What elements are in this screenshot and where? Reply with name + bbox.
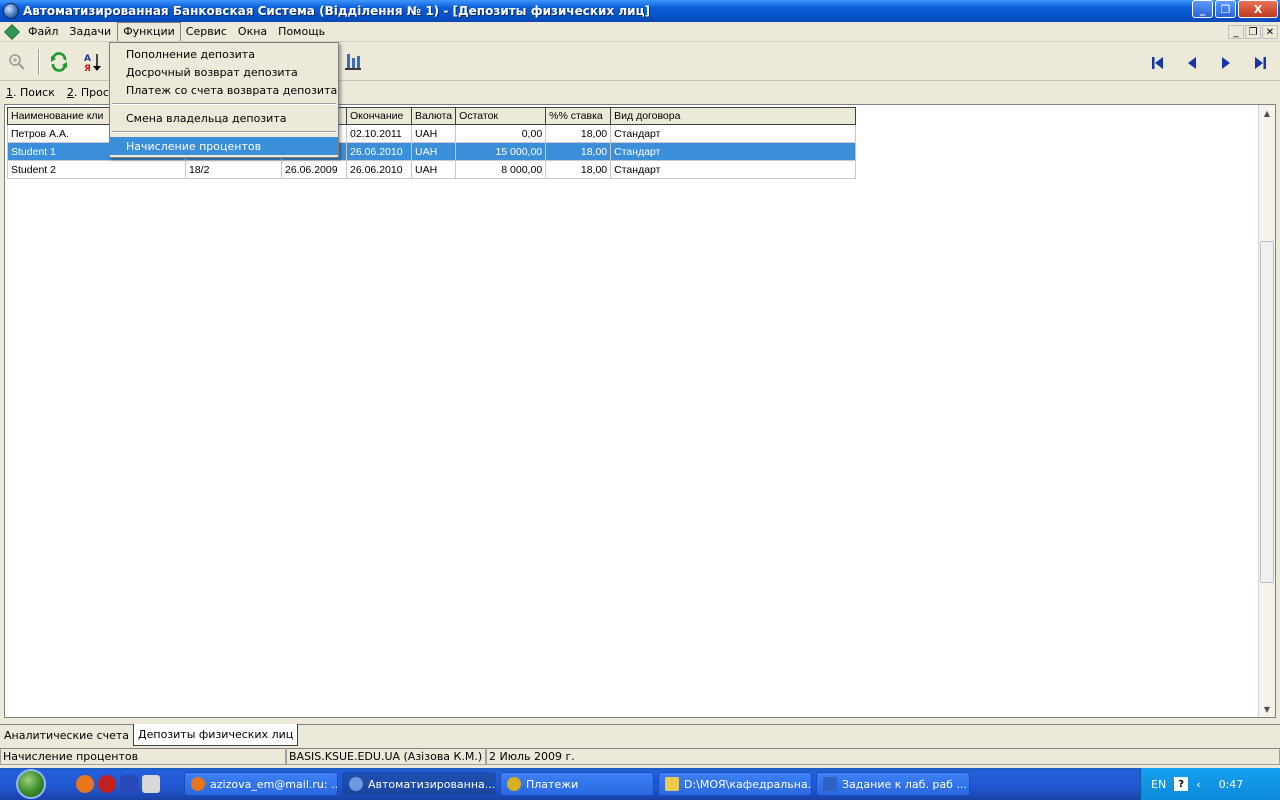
cell-end[interactable]: 02.10.2011: [346, 124, 412, 143]
app-icon[interactable]: [3, 3, 19, 19]
status-action: Начисление процентов: [0, 748, 286, 765]
last-record-icon[interactable]: [1250, 53, 1270, 73]
cell-contract-type[interactable]: Стандарт: [610, 160, 857, 179]
windows-logo-icon: [16, 769, 46, 799]
menu-item-return-payment[interactable]: Платеж со счета возврата депозита: [110, 81, 338, 99]
scroll-down-icon[interactable]: ▼: [1259, 701, 1275, 717]
menu-service[interactable]: Сервис: [181, 23, 233, 40]
doc-tab-analytic-accounts[interactable]: Аналитические счета: [0, 725, 133, 747]
vertical-scrollbar[interactable]: ▲ ▼: [1258, 105, 1275, 717]
mdi-restore-button[interactable]: ❐: [1245, 25, 1261, 39]
opera-icon[interactable]: [98, 775, 116, 793]
status-bar: Начисление процентов BASIS.KSUE.EDU.UA (…: [0, 748, 1280, 766]
previous-record-icon[interactable]: [1182, 53, 1202, 73]
task-mail[interactable]: azizova_em@mail.ru: ...: [184, 772, 338, 796]
column-header-end[interactable]: Окончание: [346, 107, 412, 125]
svg-text:Я: Я: [84, 64, 91, 73]
menu-file[interactable]: Файл: [23, 23, 64, 40]
report-icon[interactable]: [340, 49, 366, 75]
quick-launch: [76, 775, 160, 793]
query-tabs: 1. Поиск 2. Просм: [0, 82, 123, 102]
cell-rate[interactable]: 18,00: [545, 124, 612, 143]
refresh-icon[interactable]: [46, 49, 72, 75]
cell-end[interactable]: 26.06.2010: [346, 160, 412, 179]
next-record-icon[interactable]: [1216, 53, 1236, 73]
task-payments[interactable]: Платежи: [500, 772, 654, 796]
menu-item-interest-accrual[interactable]: Начисление процентов: [110, 137, 338, 155]
doc-tab-personal-deposits[interactable]: Депозиты физических лиц: [133, 724, 299, 746]
menu-item-topup-deposit[interactable]: Пополнение депозита: [110, 45, 338, 63]
window-title: Автоматизированная Банковская Система (В…: [23, 4, 650, 18]
scroll-up-icon[interactable]: ▲: [1259, 105, 1275, 121]
menu-item-change-owner[interactable]: Смена владельца депозита: [110, 109, 338, 127]
menu-bar: Файл Задачи Функции Сервис Окна Помощь _…: [0, 22, 1280, 42]
cell-end[interactable]: 26.06.2010: [346, 142, 412, 161]
menu-separator: [112, 131, 336, 133]
column-header-contract-type[interactable]: Вид договора: [610, 107, 857, 125]
status-date: 2 Июль 2009 г.: [486, 748, 1280, 765]
calculator-icon[interactable]: [142, 775, 160, 793]
document-tabs: Аналитические счета Депозиты физических …: [0, 724, 1280, 746]
app-menu-icon[interactable]: [4, 23, 20, 40]
folder-icon: [665, 777, 679, 791]
task-folder[interactable]: D:\МОЯ\кафедральна...: [658, 772, 812, 796]
menu-windows[interactable]: Окна: [233, 23, 273, 40]
cell-contract-type[interactable]: Стандарт: [610, 142, 857, 161]
cell-contract-type[interactable]: Стандарт: [610, 124, 857, 143]
help-icon[interactable]: ?: [1174, 777, 1189, 791]
minimize-button[interactable]: _: [1192, 0, 1213, 18]
cell-currency[interactable]: UAH: [410, 160, 457, 179]
media-icon[interactable]: [120, 775, 138, 793]
mdi-close-button[interactable]: ✕: [1262, 25, 1278, 39]
sort-icon[interactable]: AЯ: [80, 49, 106, 75]
cell-balance[interactable]: 15 000,00: [455, 142, 547, 161]
table-row[interactable]: Student 2 18/2 26.06.2009 26.06.2010 UAH…: [7, 160, 857, 179]
cell-client[interactable]: Student 2: [7, 160, 186, 179]
start-button[interactable]: [0, 768, 62, 800]
payments-icon: [507, 777, 521, 791]
taskbar: azizova_em@mail.ru: ... Автоматизированн…: [0, 768, 1280, 800]
tab-search[interactable]: 1. Поиск: [0, 86, 61, 99]
zoom-icon[interactable]: [4, 49, 30, 75]
system-tray: EN ? ‹ 0:47: [1140, 768, 1280, 800]
menu-tasks[interactable]: Задачи: [64, 23, 117, 40]
cell-balance[interactable]: 0,00: [455, 124, 547, 143]
task-bank-app[interactable]: Автоматизированна...: [342, 772, 496, 796]
column-header-currency[interactable]: Валюта: [410, 107, 457, 125]
first-record-icon[interactable]: [1148, 53, 1168, 73]
functions-dropdown-menu: Пополнение депозита Досрочный возврат де…: [109, 42, 339, 158]
menu-help[interactable]: Помощь: [273, 23, 331, 40]
cell-start[interactable]: 26.06.2009: [281, 160, 347, 179]
deposits-grid: Наименование кли Окончание Валюта Остато…: [4, 104, 1276, 718]
cell-rate[interactable]: 18,00: [545, 160, 612, 179]
cell-currency[interactable]: UAH: [410, 124, 457, 143]
maximize-button[interactable]: ❐: [1215, 0, 1236, 18]
menu-item-early-return[interactable]: Досрочный возврат депозита: [110, 63, 338, 81]
cell-balance[interactable]: 8 000,00: [455, 160, 547, 179]
title-bar[interactable]: Автоматизированная Банковская Система (В…: [0, 0, 1280, 22]
task-word-doc[interactable]: Задание к лаб. раб ...: [816, 772, 970, 796]
word-icon: [823, 777, 837, 791]
menu-functions[interactable]: Функции: [117, 22, 181, 41]
mdi-minimize-button[interactable]: _: [1228, 25, 1244, 39]
scrollbar-thumb[interactable]: [1260, 241, 1274, 583]
firefox-icon: [191, 777, 205, 791]
column-header-rate[interactable]: %% ставка: [545, 107, 612, 125]
column-header-balance[interactable]: Остаток: [455, 107, 547, 125]
cell-rate[interactable]: 18,00: [545, 142, 612, 161]
clock: 0:47: [1218, 777, 1244, 791]
language-indicator[interactable]: EN: [1151, 778, 1166, 791]
tray-expand-icon[interactable]: ‹: [1196, 778, 1200, 791]
cell-currency[interactable]: UAH: [410, 142, 457, 161]
menu-separator: [112, 103, 336, 105]
cell-contract[interactable]: 18/2: [185, 160, 282, 179]
status-user: BASIS.KSUE.EDU.UA (Азізова К.М.): [286, 748, 486, 765]
svg-text:A: A: [84, 54, 91, 64]
firefox-icon[interactable]: [76, 775, 94, 793]
close-button[interactable]: X: [1238, 0, 1278, 18]
bank-app-icon: [349, 777, 363, 791]
